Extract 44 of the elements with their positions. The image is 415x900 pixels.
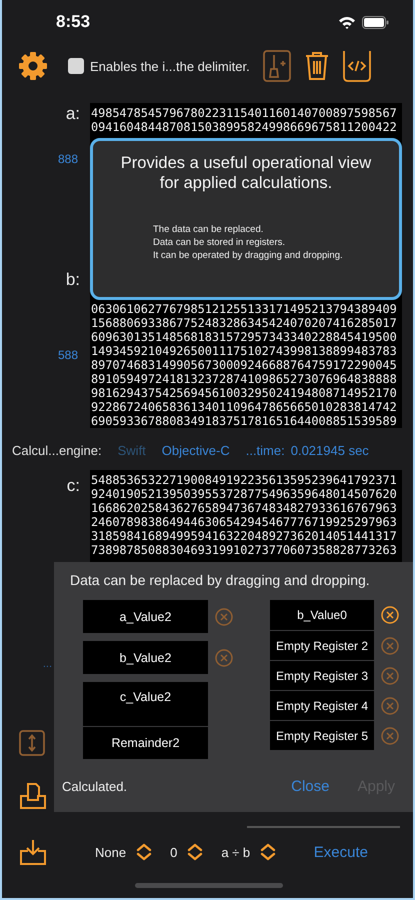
settings-icon[interactable] <box>18 51 48 81</box>
execute-button[interactable]: Execute <box>314 844 368 860</box>
value-slot[interactable]: Remainder2 <box>83 727 208 759</box>
dialog-title: Data can be replaced by dragging and dropping. <box>70 572 371 588</box>
chevron-updown-icon[interactable] <box>187 843 204 861</box>
popover-note: Data can be stored in registers. <box>153 236 286 249</box>
time-label: ...time: <box>246 442 285 458</box>
digit-count: 888 <box>58 152 78 166</box>
clear-icon[interactable] <box>381 606 399 624</box>
tray-icon[interactable] <box>19 782 47 810</box>
picker-value[interactable]: a ÷ b <box>221 844 250 860</box>
picker-value[interactable]: None <box>95 844 126 860</box>
register-slot[interactable]: Empty Register 2 <box>270 631 374 660</box>
operand-label: a: <box>66 104 80 124</box>
popover-note: The data can be replaced. <box>153 223 264 236</box>
picker-value[interactable]: 0 <box>170 844 178 860</box>
wifi-icon <box>338 16 356 28</box>
status-time: 8:53 <box>56 12 90 32</box>
trash-icon[interactable] <box>304 51 330 81</box>
operand-label: c: <box>66 476 80 496</box>
engine-option[interactable]: Objective-C <box>162 442 230 458</box>
status-text: Calculated. <box>62 779 128 794</box>
battery-icon <box>362 16 389 28</box>
engine-label: Calcul...engine: <box>12 442 102 458</box>
register-slot[interactable]: Empty Register 3 <box>270 661 374 690</box>
checkbox[interactable] <box>68 58 84 74</box>
checkbox-label: Enables the i...the delimiter. <box>90 58 250 74</box>
register-slot[interactable]: Empty Register 4 <box>270 691 374 720</box>
code-icon[interactable] <box>342 49 372 83</box>
chevron-updown-icon[interactable] <box>136 843 152 861</box>
value-slot[interactable]: c_Value2 <box>83 682 208 726</box>
download-icon[interactable] <box>19 838 47 866</box>
popover-note: It can be operated by dragging and dropping. <box>153 249 343 262</box>
digit-count: 588 <box>58 348 78 362</box>
number-field[interactable]: 5488536532271900849192235613595239641792371 9240190521395039553728775496359648014507620 1668620258436276589473674834827933616767963 2460789838649446306542945467776719925297963 3185984168949959416322048927362014051441317 7389878508830469319910273770607358828773263 <box>90 470 402 562</box>
register-slot[interactable]: Empty Register 5 <box>270 721 374 750</box>
value-slot[interactable]: b_Value2 <box>83 641 208 674</box>
time-value: 0.021945 sec <box>290 442 369 458</box>
register-slot[interactable]: b_Value0 <box>270 600 374 630</box>
value-slot[interactable]: a_Value2 <box>83 600 208 633</box>
digit-count: ... <box>42 658 52 670</box>
operand-label: b: <box>66 270 80 290</box>
popover-title: Provides a useful operational view for applied calculations. <box>120 153 372 193</box>
chevron-updown-icon[interactable] <box>260 843 276 861</box>
